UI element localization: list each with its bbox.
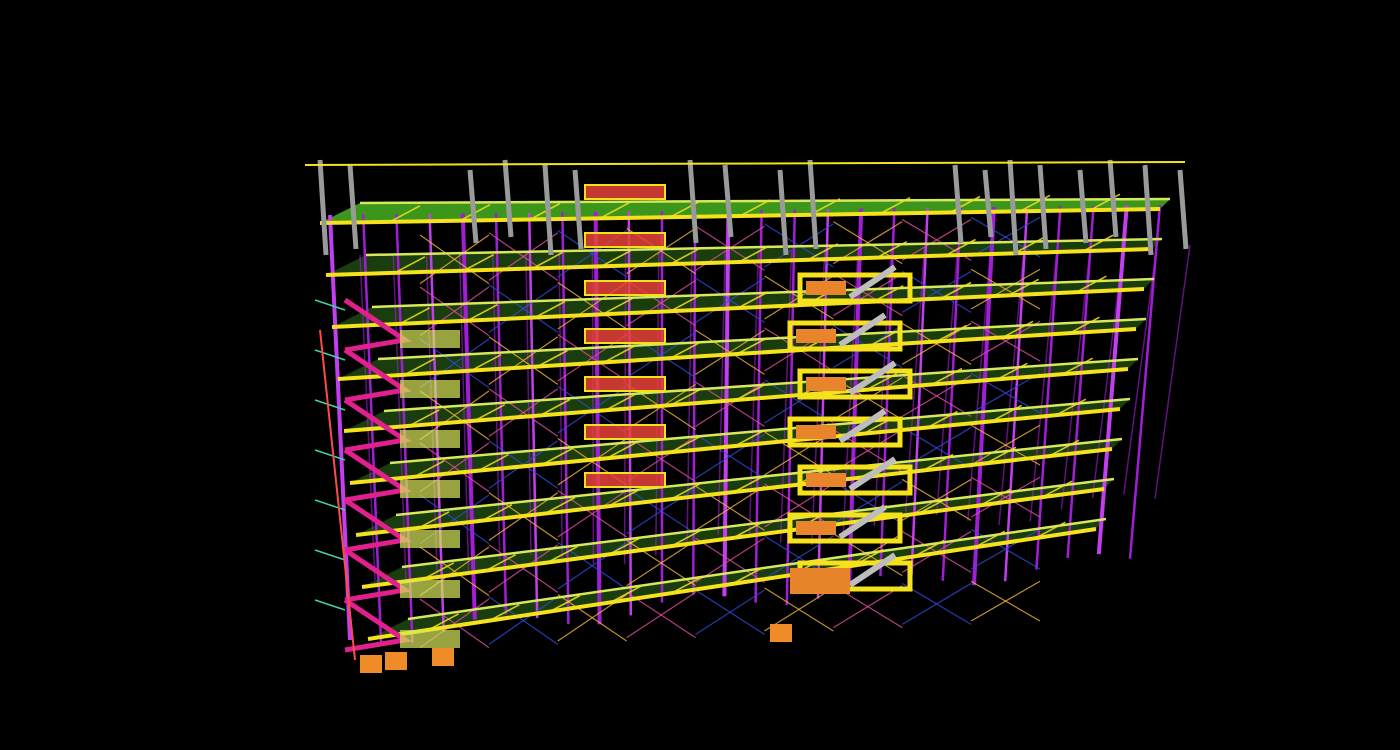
stair-landing <box>400 580 460 598</box>
railing <box>314 349 346 361</box>
stair-landing <box>400 430 460 448</box>
shaft-opening <box>585 233 665 247</box>
stair-landing <box>400 480 460 498</box>
footing <box>770 624 792 642</box>
roof-post <box>982 169 994 238</box>
roof-post <box>777 169 789 256</box>
shaft-opening <box>585 377 665 391</box>
stair-landing <box>806 473 846 487</box>
roof-post <box>467 169 479 244</box>
stair-landing <box>790 568 850 594</box>
railing <box>314 299 346 311</box>
roof-edge <box>304 161 1186 166</box>
shaft-opening <box>585 425 665 439</box>
stair-landing <box>400 530 460 548</box>
stair-landing <box>400 330 460 348</box>
shaft-opening <box>585 473 665 487</box>
column <box>1154 244 1191 499</box>
roof-post <box>1077 169 1089 244</box>
column <box>972 206 996 586</box>
floor-slabs <box>320 199 1170 639</box>
model-viewport[interactable] <box>0 0 1400 750</box>
roof-post <box>502 159 514 238</box>
stair-landing <box>796 329 836 343</box>
roof-post <box>807 159 819 250</box>
footing <box>432 648 454 666</box>
roof-post <box>347 164 359 250</box>
railing <box>314 599 346 611</box>
stair-landing <box>796 521 836 535</box>
railing <box>314 499 346 511</box>
railing <box>314 549 346 561</box>
column <box>1003 206 1029 582</box>
footing <box>385 652 407 670</box>
roof-post <box>572 169 584 250</box>
roof-post <box>317 159 329 256</box>
column <box>1035 206 1062 570</box>
roof-post <box>1037 164 1049 250</box>
roof-post <box>952 164 964 244</box>
column <box>1128 204 1162 559</box>
column <box>1066 205 1095 559</box>
column <box>1096 205 1129 555</box>
roof-post <box>1107 159 1119 238</box>
stair-landing <box>806 377 846 391</box>
stair-landing <box>400 630 460 648</box>
structural-model[interactable] <box>0 0 1400 750</box>
shaft-opening <box>585 329 665 343</box>
stair-landing <box>400 380 460 398</box>
footing <box>360 655 382 673</box>
roof-post <box>687 159 699 244</box>
stair-landing <box>806 281 846 295</box>
shaft-opening <box>585 185 665 199</box>
shaft-opening <box>585 281 665 295</box>
stair-landing <box>796 425 836 439</box>
roof-post <box>722 164 734 238</box>
roof-post <box>1177 169 1189 250</box>
